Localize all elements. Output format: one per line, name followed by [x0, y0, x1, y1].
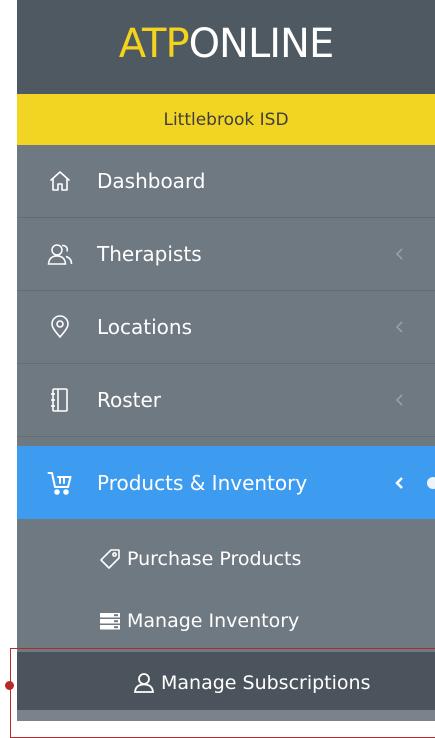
nav-label: Locations — [97, 315, 193, 339]
logo[interactable]: ATPONLINE — [17, 0, 435, 94]
subnav-label: Manage Subscriptions — [161, 672, 371, 694]
subnav-label: Purchase Products — [127, 548, 302, 570]
nav-item-products-inventory[interactable]: Products & Inventory — [17, 446, 435, 519]
nav-label: Products & Inventory — [97, 470, 308, 495]
subnav-item-purchase-products[interactable]: Purchase Products — [17, 528, 435, 590]
organization-banner: Littlebrook ISD — [17, 94, 435, 145]
nav-item-locations[interactable]: Locations — [17, 291, 435, 364]
chevron-left-icon — [395, 476, 403, 489]
server-icon — [99, 610, 121, 632]
scroll-indicator — [427, 477, 435, 489]
subnav-label: Manage Inventory — [127, 610, 300, 632]
chevron-left-icon — [395, 394, 403, 406]
location-pin-icon — [47, 314, 73, 340]
sidebar: ATPONLINE Littlebrook ISD Dashboard Ther… — [17, 0, 435, 721]
nav-label: Dashboard — [97, 169, 206, 193]
subnav-item-manage-subscriptions[interactable]: Manage Subscriptions — [17, 652, 435, 714]
chevron-left-icon — [395, 321, 403, 333]
nav-item-roster[interactable]: Roster — [17, 364, 435, 437]
logo-atp: ATP — [118, 21, 190, 67]
nav-label: Roster — [97, 388, 162, 412]
notebook-icon — [47, 387, 73, 413]
next-menu-item-edge — [17, 710, 435, 721]
home-icon — [47, 168, 73, 194]
cart-icon — [47, 470, 73, 496]
nav-item-therapists[interactable]: Therapists — [17, 218, 435, 291]
logo-text: ATPONLINE — [119, 21, 334, 67]
logo-online: ONLINE — [188, 21, 335, 67]
organization-name: Littlebrook ISD — [163, 109, 289, 130]
subnav-item-manage-inventory[interactable]: Manage Inventory — [17, 590, 435, 652]
nav-item-dashboard[interactable]: Dashboard — [17, 145, 435, 218]
people-icon — [47, 241, 73, 267]
highlight-marker — [5, 681, 14, 690]
chevron-left-icon — [395, 248, 403, 260]
nav-label: Therapists — [97, 242, 202, 266]
user-icon — [133, 672, 155, 694]
tag-icon — [99, 548, 121, 570]
